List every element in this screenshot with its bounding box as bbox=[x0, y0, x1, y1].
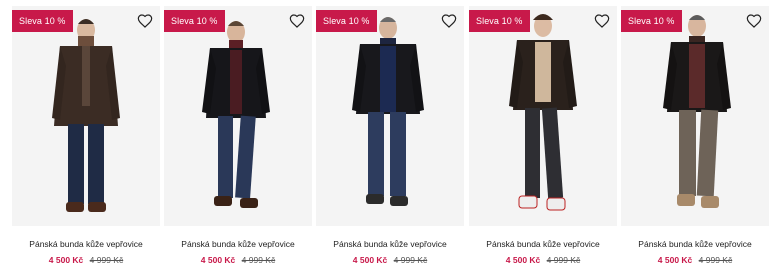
original-price: 4 999 Kč bbox=[89, 255, 124, 265]
discount-badge: Sleva 10 % bbox=[621, 10, 682, 32]
product-model-image bbox=[663, 15, 731, 208]
product-title[interactable]: Pánská bunda kůže vepřovice bbox=[621, 239, 769, 249]
sale-price: 4 500 Kč bbox=[657, 255, 693, 265]
product-prices: 4 500 Kč 4 999 Kč bbox=[12, 255, 160, 265]
product-card[interactable]: Sleva 10 % Pánská bunda kůže vepřovice 4… bbox=[621, 6, 769, 268]
product-photo[interactable] bbox=[469, 6, 617, 226]
product-prices: 4 500 Kč 4 999 Kč bbox=[621, 255, 769, 265]
product-title[interactable]: Pánská bunda kůže vepřovice bbox=[469, 239, 617, 249]
sale-price: 4 500 Kč bbox=[48, 255, 84, 265]
product-model-image bbox=[509, 14, 577, 211]
wishlist-heart-icon[interactable] bbox=[289, 13, 305, 29]
product-prices: 4 500 Kč 4 999 Kč bbox=[316, 255, 464, 265]
product-model-image bbox=[202, 21, 270, 208]
product-grid: Sleva 10 % Pánská bunda kůže vepřovice 4… bbox=[0, 0, 780, 270]
wishlist-heart-icon[interactable] bbox=[137, 13, 153, 29]
product-title[interactable]: Pánská bunda kůže vepřovice bbox=[316, 239, 464, 249]
wishlist-heart-icon[interactable] bbox=[594, 13, 610, 29]
discount-badge: Sleva 10 % bbox=[316, 10, 377, 32]
original-price: 4 999 Kč bbox=[241, 255, 276, 265]
sale-price: 4 500 Kč bbox=[352, 255, 388, 265]
product-prices: 4 500 Kč 4 999 Kč bbox=[164, 255, 312, 265]
wishlist-heart-icon[interactable] bbox=[441, 13, 457, 29]
product-model-image bbox=[52, 19, 120, 212]
original-price: 4 999 Kč bbox=[546, 255, 581, 265]
product-prices: 4 500 Kč 4 999 Kč bbox=[469, 255, 617, 265]
product-card[interactable]: Sleva 10 % Pánská bunda kůže vepřovice 4… bbox=[469, 6, 617, 268]
wishlist-heart-icon[interactable] bbox=[746, 13, 762, 29]
product-photo[interactable] bbox=[12, 6, 160, 226]
product-photo[interactable] bbox=[621, 6, 769, 226]
original-price: 4 999 Kč bbox=[393, 255, 428, 265]
product-photo[interactable] bbox=[316, 6, 464, 226]
product-photo[interactable] bbox=[164, 6, 312, 226]
sale-price: 4 500 Kč bbox=[200, 255, 236, 265]
discount-badge: Sleva 10 % bbox=[12, 10, 73, 32]
product-card[interactable]: Sleva 10 % Pánská bunda kůže vepřovice 4… bbox=[164, 6, 312, 268]
product-card[interactable]: Sleva 10 % Pánská bunda kůže vepřovice 4… bbox=[316, 6, 464, 268]
product-card[interactable]: Sleva 10 % Pánská bunda kůže vepřovice 4… bbox=[12, 6, 160, 268]
original-price: 4 999 Kč bbox=[698, 255, 733, 265]
discount-badge: Sleva 10 % bbox=[164, 10, 225, 32]
discount-badge: Sleva 10 % bbox=[469, 10, 530, 32]
product-title[interactable]: Pánská bunda kůže vepřovice bbox=[164, 239, 312, 249]
sale-price: 4 500 Kč bbox=[505, 255, 541, 265]
product-title[interactable]: Pánská bunda kůže vepřovice bbox=[12, 239, 160, 249]
product-model-image bbox=[352, 17, 424, 206]
